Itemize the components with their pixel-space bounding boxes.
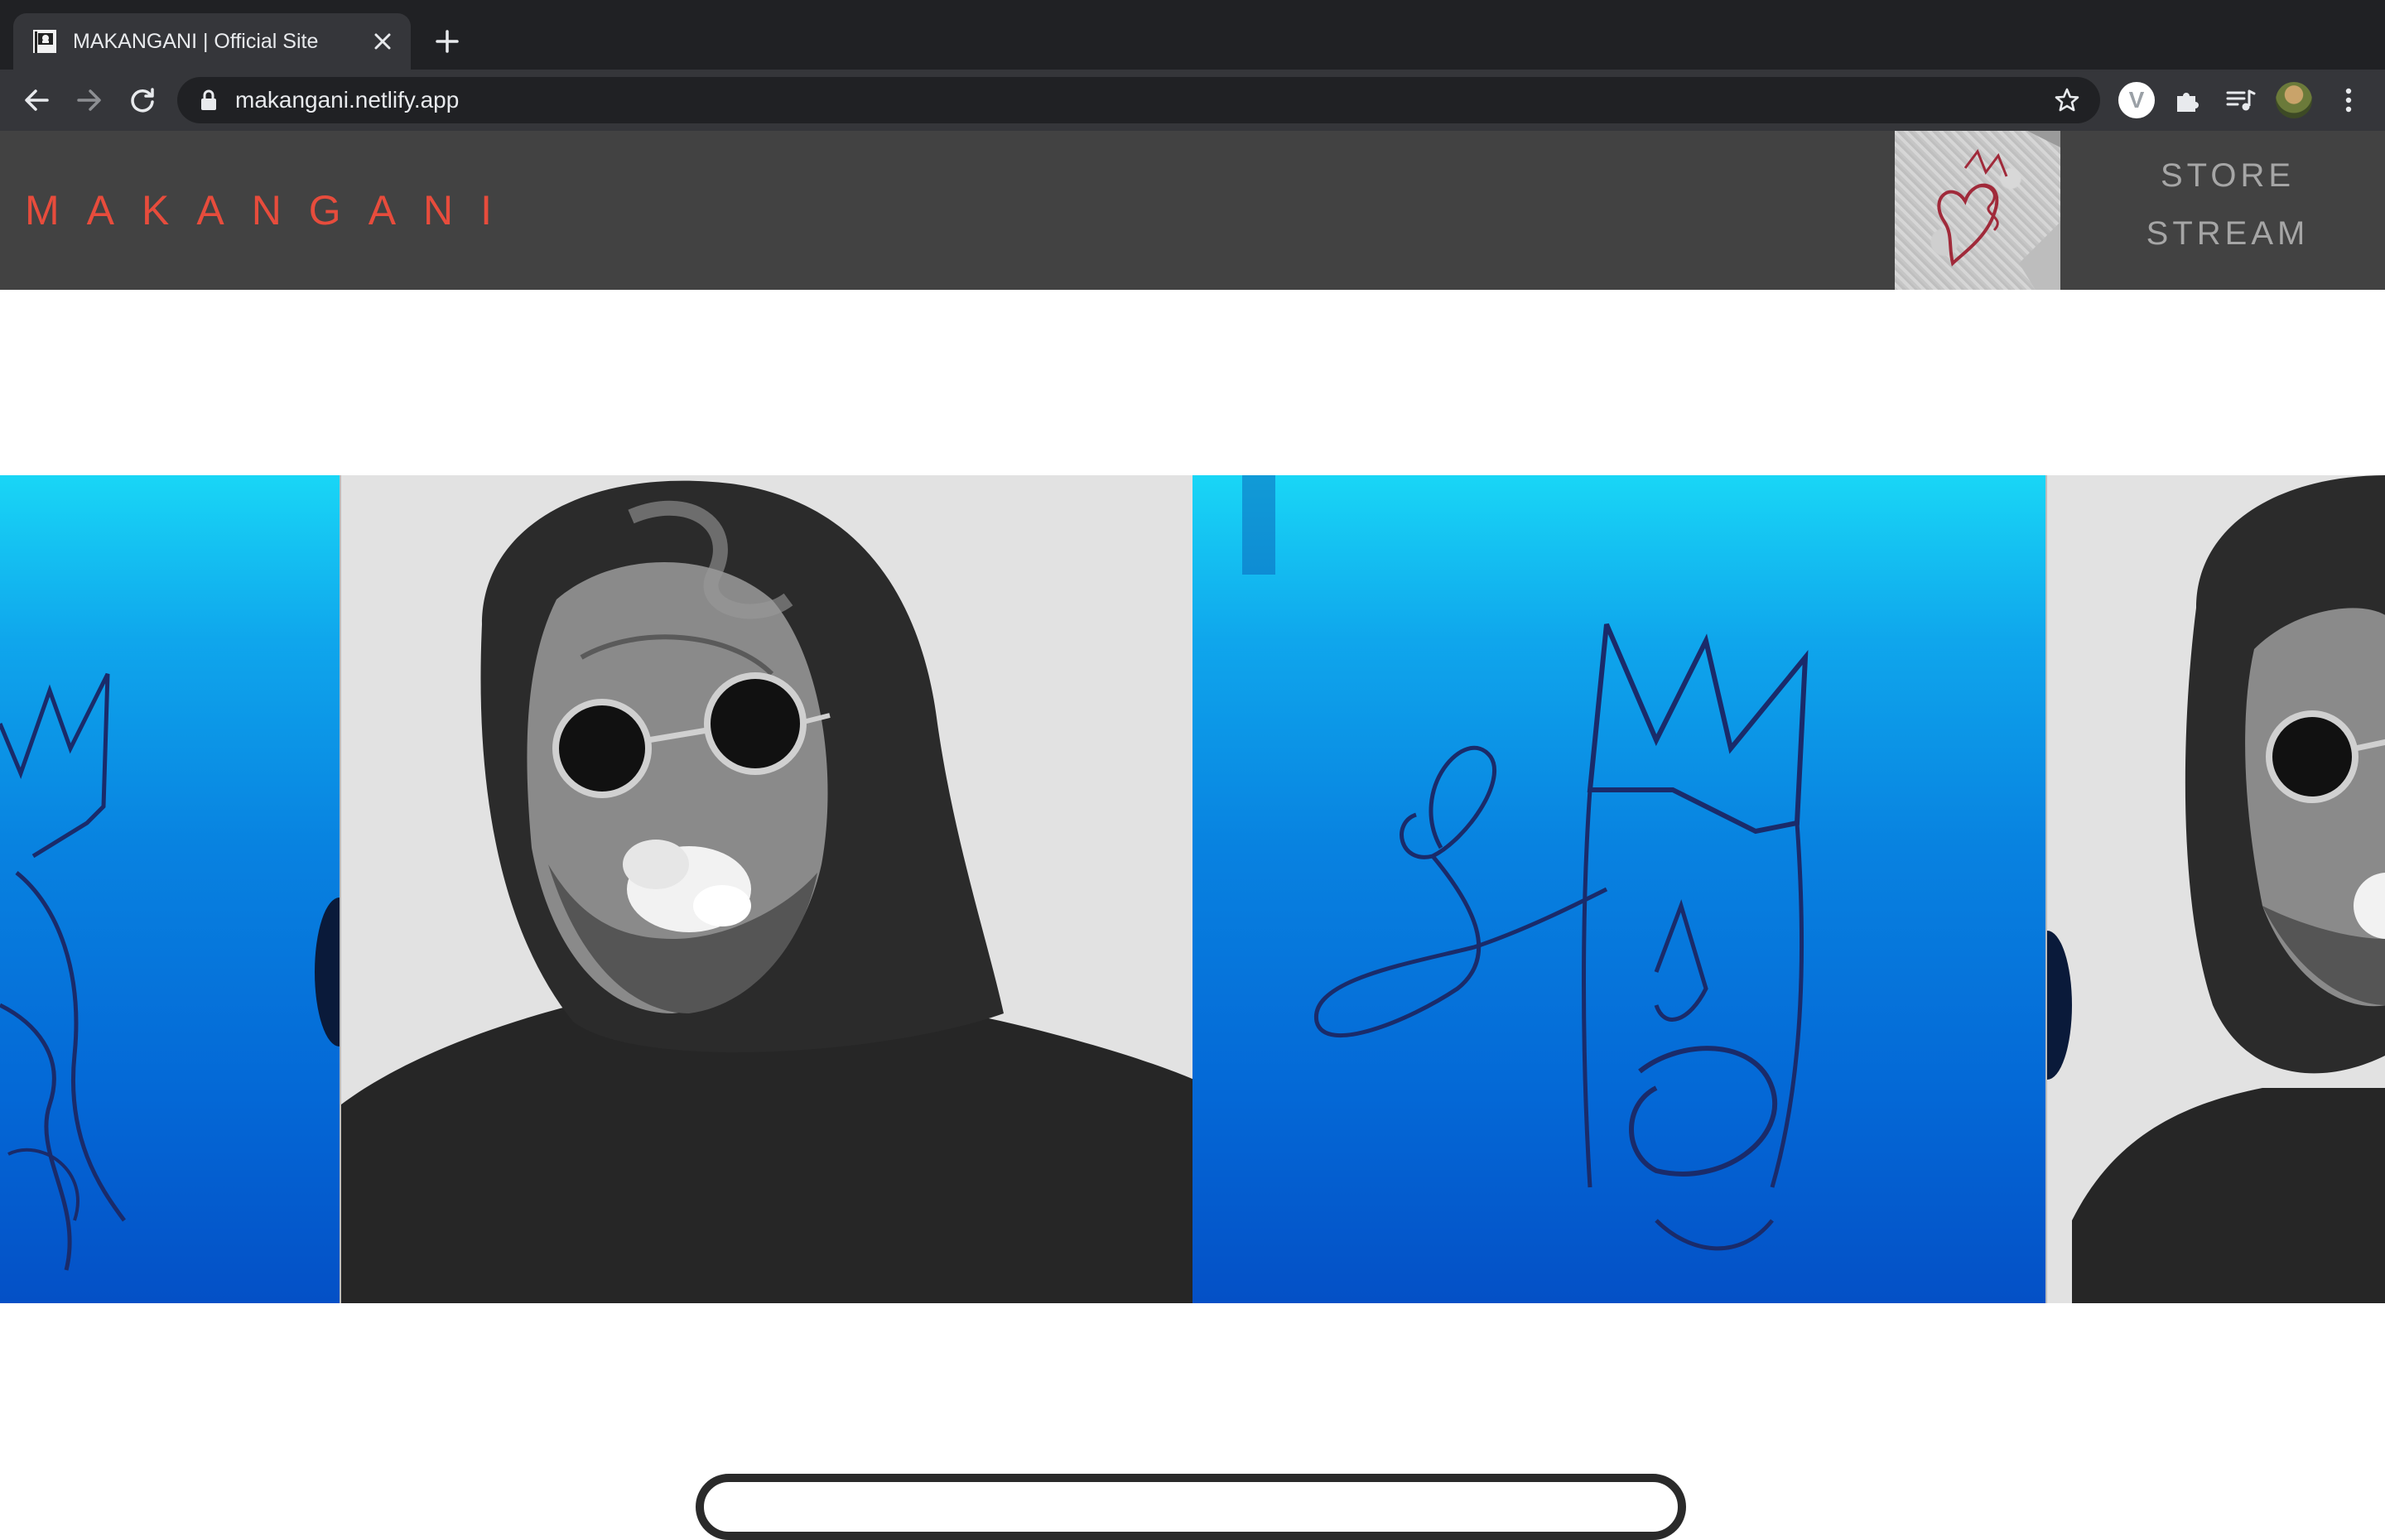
gallery-image-graffiti-left[interactable] — [0, 475, 340, 1303]
v-extension-button[interactable]: V — [2117, 80, 2156, 120]
nav-link-store[interactable]: STORE — [2070, 157, 2385, 195]
site-info-button[interactable] — [197, 89, 220, 112]
kebab-menu-icon — [2345, 88, 2352, 113]
hooded-portrait-image — [341, 480, 1192, 1303]
hooded-portrait-image — [2047, 475, 2385, 1303]
browser-tab[interactable]: MAKANGANI | Official Site — [13, 13, 411, 70]
gallery-image-portrait-right[interactable] — [2045, 475, 2385, 1303]
browser-menu-button[interactable] — [2329, 80, 2368, 120]
image-gallery — [0, 475, 2385, 1303]
header-image[interactable] — [1895, 131, 2060, 290]
tab-title: MAKANGANI | Official Site — [73, 30, 319, 53]
flag-favicon-icon — [33, 30, 56, 53]
media-control-button[interactable] — [2221, 80, 2261, 120]
reload-button[interactable] — [123, 80, 162, 120]
graffiti-heart-icon — [1937, 131, 2060, 290]
media-queue-icon — [2226, 89, 2256, 111]
star-icon — [2055, 88, 2079, 112]
site-nav: STORE STREAM — [2070, 131, 2385, 290]
crown-graffiti-image — [1242, 475, 1809, 1251]
lock-icon — [201, 89, 216, 110]
close-tab-button[interactable] — [366, 25, 399, 58]
address-bar[interactable]: makangani.netlify.app — [177, 77, 2100, 123]
extensions-button[interactable] — [2168, 80, 2208, 120]
nav-link-stream[interactable]: STREAM — [2070, 215, 2385, 253]
content-card — [696, 1474, 1686, 1540]
brand-logo[interactable]: MAKANGANI — [25, 131, 519, 290]
gallery-image-graffiti[interactable] — [1192, 475, 2045, 1303]
arrow-right-icon — [77, 89, 101, 111]
url-text[interactable]: makangani.netlify.app — [235, 77, 459, 123]
close-icon — [374, 33, 391, 50]
back-button[interactable] — [17, 80, 56, 120]
avatar — [2276, 82, 2312, 118]
arrow-left-icon — [25, 89, 49, 111]
plus-icon — [436, 30, 459, 53]
forward-button[interactable] — [70, 80, 109, 120]
bookmark-button[interactable] — [2050, 84, 2084, 117]
puzzle-icon — [2177, 93, 2199, 112]
gallery-image-portrait[interactable] — [340, 475, 1192, 1303]
site-header: MAKANGANI STORE STREAM — [0, 131, 2385, 290]
tab-strip: MAKANGANI | Official Site — [0, 0, 2385, 70]
browser-toolbar: makangani.netlify.app V — [0, 70, 2385, 131]
crown-graffiti-image — [0, 672, 340, 1271]
reload-icon — [131, 88, 154, 113]
profile-button[interactable] — [2274, 80, 2314, 120]
new-tab-button[interactable] — [427, 22, 467, 61]
v-extension-letter: V — [2128, 87, 2145, 113]
v-extension-icon: V — [2118, 82, 2155, 118]
